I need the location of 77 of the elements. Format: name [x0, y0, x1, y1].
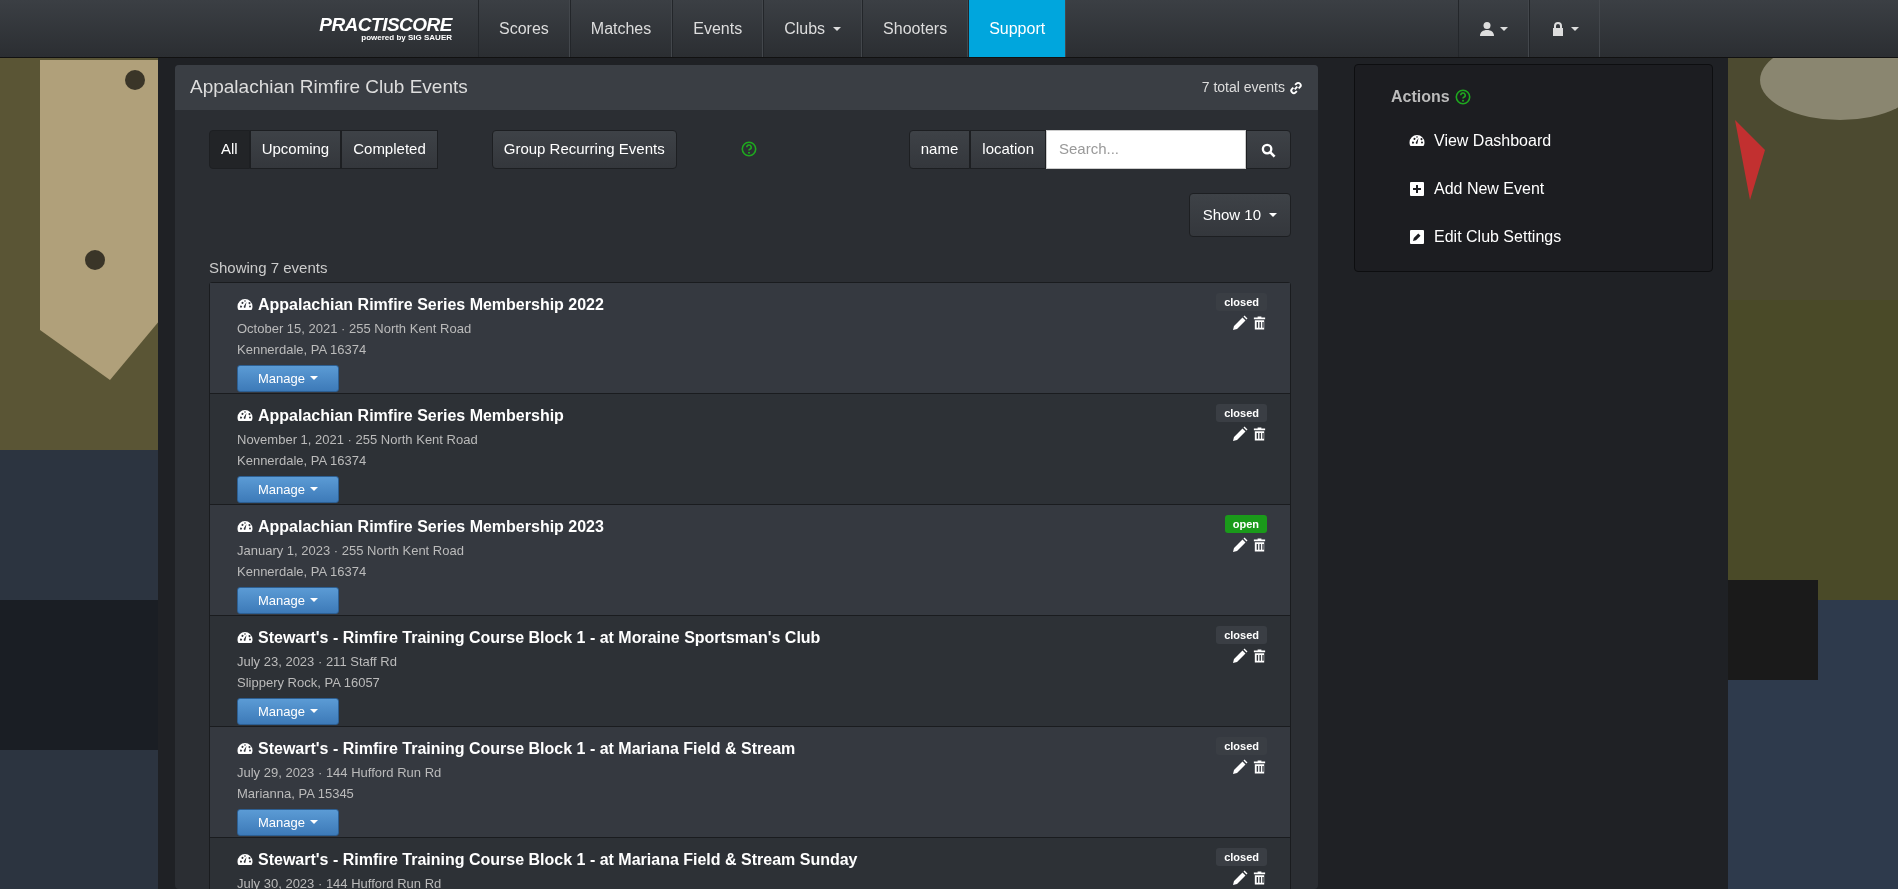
link-icon — [1289, 80, 1303, 95]
search-by-button[interactable]: name — [908, 130, 971, 169]
dashboard-icon — [237, 407, 253, 424]
event-date-address: January 1, 2023 · 255 North Kent Road — [237, 541, 465, 560]
edit-icon — [1409, 229, 1425, 245]
filter-button[interactable]: Completed — [341, 130, 438, 169]
event-city: Kennerdale, PA 16374 — [237, 563, 368, 581]
pencil-icon[interactable] — [1232, 870, 1248, 886]
event-city: Slippery Rock, PA 16057 — [237, 674, 381, 692]
action-link[interactable]: Edit Club Settings — [1409, 213, 1676, 261]
user-menu[interactable] — [1458, 0, 1529, 57]
nav-link[interactable]: Matches — [569, 0, 673, 57]
dashboard-icon — [237, 740, 253, 757]
dashboard-icon — [237, 629, 253, 646]
search-by-button[interactable]: location — [970, 130, 1046, 169]
status-badge: closed — [1216, 403, 1267, 422]
manage-dropdown[interactable]: Manage — [237, 697, 339, 725]
event-date-address: October 15, 2021 · 255 North Kent Road — [237, 319, 473, 338]
pencil-icon[interactable] — [1232, 648, 1248, 664]
status-badge: closed — [1216, 847, 1267, 866]
trash-icon[interactable] — [1252, 870, 1267, 886]
pencil-icon[interactable] — [1232, 759, 1248, 775]
search-button[interactable] — [1246, 130, 1291, 169]
search-icon — [1261, 142, 1276, 158]
manage-dropdown[interactable]: Manage — [237, 475, 339, 503]
user-icon — [1479, 20, 1495, 37]
logo[interactable]: PRACTISCORE powered by SIG SAUER — [319, 15, 452, 42]
dashboard-icon — [1409, 133, 1425, 149]
trash-icon[interactable] — [1252, 537, 1267, 553]
pencil-icon[interactable] — [1232, 426, 1248, 442]
event-title[interactable]: Appalachian Rimfire Series Membership 2022 — [258, 292, 604, 317]
dashboard-icon — [237, 518, 253, 535]
event-title[interactable]: Stewart's - Rimfire Training Course Block 1 - at Moraine Sportsman's Club — [258, 625, 821, 650]
event-date-address: July 29, 2023 · 144 Hufford Run Rd — [237, 763, 443, 782]
lock-icon — [1550, 20, 1566, 37]
nav-link[interactable]: Events — [672, 0, 764, 57]
event-city: Kennerdale, PA 16374 — [237, 341, 368, 359]
pencil-icon[interactable] — [1232, 537, 1248, 553]
event-title[interactable]: Appalachian Rimfire Series Membership 2023 — [258, 514, 604, 539]
actions-title: Actions — [1391, 87, 1450, 107]
manage-dropdown[interactable]: Manage — [237, 808, 339, 836]
event-city: Marianna, PA 15345 — [237, 785, 355, 803]
nav-link[interactable]: Clubs — [763, 0, 863, 57]
help-icon — [740, 141, 757, 158]
trash-icon[interactable] — [1252, 315, 1267, 331]
trash-icon[interactable] — [1252, 759, 1267, 775]
dashboard-icon — [237, 296, 253, 313]
page-size-dropdown[interactable]: Show 10 — [1188, 192, 1291, 237]
group-recurring-button[interactable]: Group Recurring Events — [491, 130, 677, 169]
status-badge: closed — [1216, 736, 1267, 755]
manage-dropdown[interactable]: Manage — [237, 364, 339, 392]
search-field[interactable]: Search... — [1046, 130, 1246, 169]
dashboard-icon — [237, 851, 253, 868]
nav-link[interactable]: Scores — [478, 0, 570, 57]
trash-icon[interactable] — [1252, 648, 1267, 664]
event-city: Kennerdale, PA 16374 — [237, 452, 368, 470]
total-events: 7 total events — [1201, 78, 1285, 97]
trash-icon[interactable] — [1252, 426, 1267, 442]
status-badge: closed — [1216, 292, 1267, 311]
status-badge: closed — [1216, 625, 1267, 644]
event-date-address: July 23, 2023 · 211 Staff Rd — [237, 652, 398, 671]
event-title[interactable]: Stewart's - Rimfire Training Course Block 1 - at Mariana Field & Stream Sunday — [258, 847, 858, 872]
plus-icon — [1409, 181, 1425, 197]
filter-button[interactable]: All — [209, 130, 250, 169]
pencil-icon[interactable] — [1232, 315, 1248, 331]
event-title[interactable]: Appalachian Rimfire Series Membership — [258, 403, 564, 428]
manage-dropdown[interactable]: Manage — [237, 586, 339, 614]
action-link[interactable]: Add New Event — [1409, 165, 1676, 213]
filter-button[interactable]: Upcoming — [249, 130, 342, 169]
lock-menu[interactable] — [1529, 0, 1600, 57]
help-icon — [1454, 89, 1471, 105]
status-badge: open — [1224, 514, 1267, 533]
events-count: Showing 7 events — [209, 258, 329, 278]
event-date-address: November 1, 2021 · 255 North Kent Road — [237, 430, 479, 449]
panel-title: Appalachian Rimfire Club Events — [190, 75, 468, 100]
action-link[interactable]: View Dashboard — [1409, 117, 1676, 165]
event-title[interactable]: Stewart's - Rimfire Training Course Block 1 - at Mariana Field & Stream — [258, 736, 796, 761]
